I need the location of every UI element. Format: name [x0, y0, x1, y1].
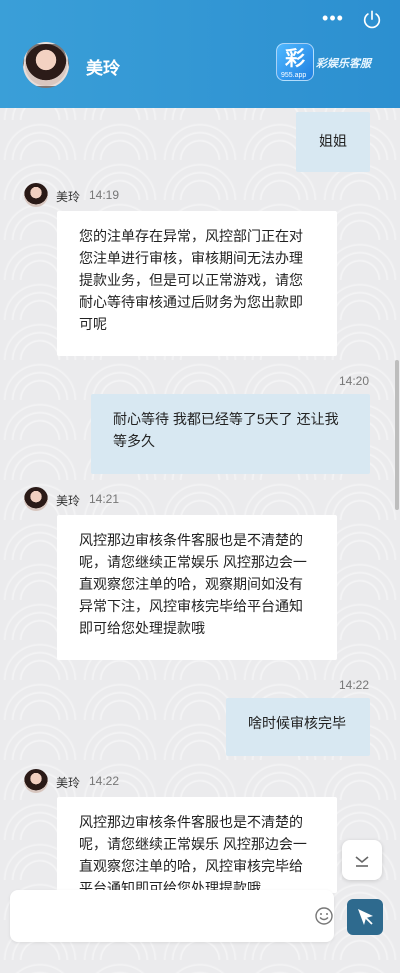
- scroll-to-bottom-button[interactable]: [342, 840, 382, 880]
- sender-avatar: [24, 183, 48, 207]
- message-time: 14:19: [89, 188, 120, 202]
- agent-name: 美玲: [86, 59, 120, 78]
- sender-avatar: [24, 487, 48, 511]
- composer: [10, 890, 390, 942]
- more-icon[interactable]: •••: [322, 9, 344, 30]
- message-input[interactable]: [10, 890, 334, 942]
- brand-text: 彩娱乐客服: [316, 58, 371, 70]
- message-incoming: 风控那边审核条件客服也是不清楚的呢，请您继续正常娱乐 风控那边会一直观察您注单的…: [57, 797, 337, 893]
- scrollbar[interactable]: [395, 360, 399, 510]
- message-list[interactable]: 姐姐 美玲 14:19 您的注单存在异常，风控部门正在对您注单进行审核，审核期间…: [0, 108, 400, 973]
- sender-name: 美玲: [56, 190, 81, 204]
- sender-name: 美玲: [56, 776, 81, 790]
- message-outgoing: 啥时候审核完毕: [226, 698, 370, 756]
- sender-name: 美玲: [56, 494, 81, 508]
- sender-avatar: [24, 769, 48, 793]
- send-button[interactable]: [347, 899, 383, 935]
- message-incoming: 风控那边审核条件客服也是不清楚的呢，请您继续正常娱乐 风控那边会一直观察您注单的…: [57, 515, 337, 660]
- agent-avatar: [23, 42, 69, 88]
- message-time: 14:22: [89, 774, 120, 788]
- chat-header: ••• 美玲 彩 955.app 彩娱乐客服: [0, 0, 400, 108]
- emoji-icon[interactable]: [314, 906, 334, 926]
- message-time: 14:21: [89, 492, 120, 506]
- message-outgoing: 耐心等待 我都已经等了5天了 还让我等多久: [91, 394, 370, 474]
- send-icon: [358, 909, 373, 925]
- message-incoming: 您的注单存在异常，风控部门正在对您注单进行审核，审核期间无法办理提款业务，但是可…: [57, 211, 337, 356]
- message-time: 14:22: [339, 678, 370, 692]
- brand-logo-sub: 955.app: [281, 72, 307, 79]
- power-icon[interactable]: [361, 9, 383, 31]
- message-time: 14:20: [339, 374, 370, 388]
- chevron-down-icon: [355, 856, 369, 867]
- message-outgoing: 姐姐: [296, 112, 370, 172]
